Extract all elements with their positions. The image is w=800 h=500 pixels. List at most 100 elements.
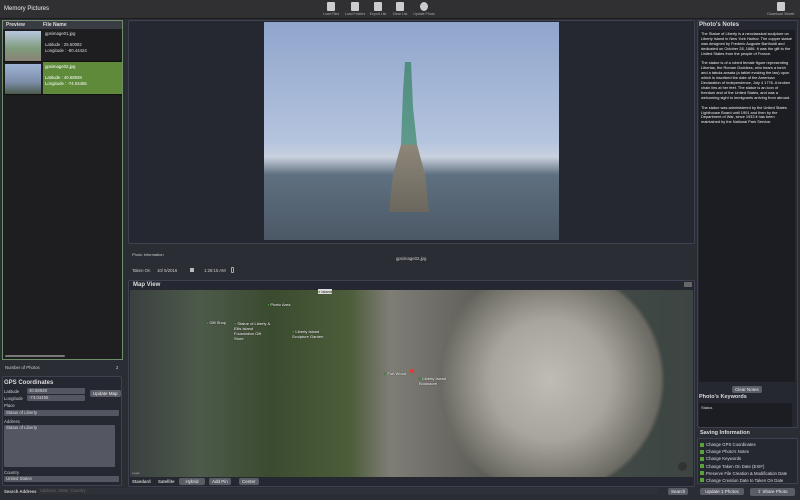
update-map-button[interactable]: Update Map [90, 390, 121, 397]
preview-header: Preview [6, 22, 25, 28]
address-textarea[interactable]: Status of Liberty [4, 425, 115, 467]
images-icon [351, 2, 359, 11]
file-list[interactable]: Preview File Name gpsimage01.jpg Latitude … [2, 20, 123, 360]
map-pin-bookstore[interactable]: Liberty Island Bookstore [419, 376, 449, 386]
file-list-header: Preview File Name [3, 21, 122, 29]
notes-title: Photo's Notes [699, 22, 740, 28]
time-picker[interactable]: 1:28:15 AM [204, 268, 226, 273]
checkbox-checked-icon [700, 456, 704, 461]
option-gps[interactable]: Change GPS Coordinates [700, 442, 795, 447]
longitude-label: Longitude [4, 396, 23, 401]
label: Export List [369, 12, 387, 16]
photo-filename: gpsimage02.jpg [396, 256, 427, 261]
search-address-label: Search Address [4, 489, 37, 494]
file-name: gpsimage01.jpg [45, 31, 76, 36]
label: Preserve File Creation & Modification Da… [706, 470, 788, 476]
photo-info-title: Photo Information [132, 252, 164, 257]
clear-notes-button[interactable]: Clear Notes [732, 386, 762, 393]
notes-paragraph: The statue is of a robed female figure r… [701, 60, 791, 100]
label: Center [242, 479, 256, 484]
satellite-map[interactable]: Island Picnic Area Gift Shop Statue of L… [130, 289, 693, 477]
export-icon [374, 2, 382, 11]
file-row-selected[interactable]: gpsimage02.jpg Latitude : 40.68928 Longitu… [3, 62, 122, 95]
update-photos-button[interactable]: Update 1 Photos [700, 488, 744, 495]
label: Change Taken On Date (EXIF) [706, 463, 765, 469]
option-taken-date[interactable]: Change Taken On Date (EXIF) [700, 464, 795, 469]
label: Change Creation Date to Taken On Date [706, 477, 784, 483]
label: Update Photo [413, 12, 435, 16]
map-type-standard[interactable]: Standard [132, 479, 151, 484]
file-name: gpsimage02.jpg [45, 64, 76, 69]
calendar-icon[interactable] [190, 268, 194, 272]
option-preserve-dates[interactable]: Preserve File Creation & Modification Da… [700, 471, 795, 476]
app-title: Memory Pictures [4, 6, 50, 12]
download-icon [777, 2, 785, 11]
center-button[interactable]: Center [239, 478, 259, 485]
label: Share Photo [762, 489, 788, 494]
checkbox-checked-icon [700, 442, 704, 447]
map-pin-picnic[interactable]: Picnic Area [267, 302, 290, 307]
option-notes[interactable]: Change Photo's Notes [700, 449, 795, 454]
add-pin-button[interactable]: Add Pin [209, 478, 231, 485]
label: Clear List [392, 12, 408, 16]
thumbnail [5, 64, 41, 94]
map-label: Island [318, 289, 333, 294]
download-viewer-button[interactable]: Download Viewer [766, 2, 796, 16]
map-pin-sculpture-garden[interactable]: Liberty Island Sculpture Garden [292, 329, 332, 339]
keywords-title: Photo's Keywords [699, 394, 747, 400]
document-icon [396, 2, 404, 11]
place-label: Place [4, 403, 15, 408]
label: Download Viewer [767, 12, 795, 16]
location-pin-icon[interactable] [410, 369, 414, 373]
notes-paragraph: The statue was administered by the Unite… [701, 104, 787, 125]
photo-count-value: 2 [116, 365, 119, 370]
map-type-hybrid[interactable]: Hybrid [179, 478, 205, 485]
map-pin-gift-store[interactable]: Statue of Liberty & Ellis Island Foundat… [234, 321, 272, 341]
statue-shape [389, 62, 429, 212]
keywords-textarea[interactable]: Status [699, 403, 792, 427]
label: Change GPS Coordinates [706, 442, 756, 447]
notes-paragraph: The Statue of Liberty is a neoclassical … [701, 31, 792, 56]
legal-link[interactable]: Legal [132, 471, 139, 475]
label: Add Pin [212, 479, 228, 484]
checkbox-checked-icon [700, 449, 704, 454]
latitude-label: Latitude [4, 389, 20, 394]
filename-header: File Name [43, 22, 67, 28]
saving-options: Change GPS Coordinates Change Photo's No… [697, 438, 798, 484]
label: Change Keywords [706, 456, 742, 462]
option-keywords[interactable]: Change Keywords [700, 456, 795, 461]
horizontal-scrollbar[interactable] [5, 355, 65, 357]
file-lon: Longitude : -80.44424 [45, 47, 87, 53]
country-input[interactable]: United States [4, 476, 119, 482]
saving-title: Saving Information [700, 430, 750, 436]
longitude-input[interactable]: -74.04455 [27, 395, 85, 401]
date-picker[interactable]: 10/ 5/2016 [157, 268, 177, 273]
checkbox-checked-icon [700, 464, 704, 469]
gps-title: GPS Coordinates [4, 380, 54, 386]
map-pin-fort-wood[interactable]: Fort Wood [384, 371, 406, 376]
map-title: Map View [133, 282, 161, 288]
notes-textarea[interactable]: The Statue of Liberty is a neoclassical … [699, 30, 795, 382]
photo-preview [264, 22, 559, 240]
place-input[interactable]: Status of Liberty [4, 410, 119, 416]
share-photo-button[interactable]: ⇪ Share Photo [750, 488, 795, 496]
search-button[interactable]: Search [668, 488, 689, 495]
refresh-icon [420, 2, 428, 11]
search-address-input[interactable]: Address, State, Country [38, 488, 658, 494]
map-pin-gift-shop[interactable]: Gift Shop [206, 320, 226, 325]
compass-icon[interactable] [678, 462, 687, 471]
option-creation-date[interactable]: Change Creation Date to Taken On Date [700, 478, 795, 483]
time-stepper[interactable] [231, 267, 234, 273]
image-icon [327, 2, 335, 11]
checkbox-checked-icon [700, 471, 704, 476]
label: Change Photo's Notes [706, 449, 749, 455]
photo-count-label: Number of Photos [5, 365, 40, 370]
file-row[interactable]: gpsimage01.jpg Latitude : 25.50082 Longitu… [3, 29, 122, 62]
latitude-input[interactable]: 40.68928 [27, 388, 85, 394]
map-type-satellite[interactable]: Satellite [158, 479, 174, 484]
update-photo-button[interactable]: Update Photo [409, 2, 439, 16]
checkbox-checked-icon [700, 478, 704, 483]
taken-on-label: Taken On [132, 268, 151, 273]
expand-map-icon[interactable] [684, 282, 692, 287]
address-label: Address [4, 419, 20, 424]
